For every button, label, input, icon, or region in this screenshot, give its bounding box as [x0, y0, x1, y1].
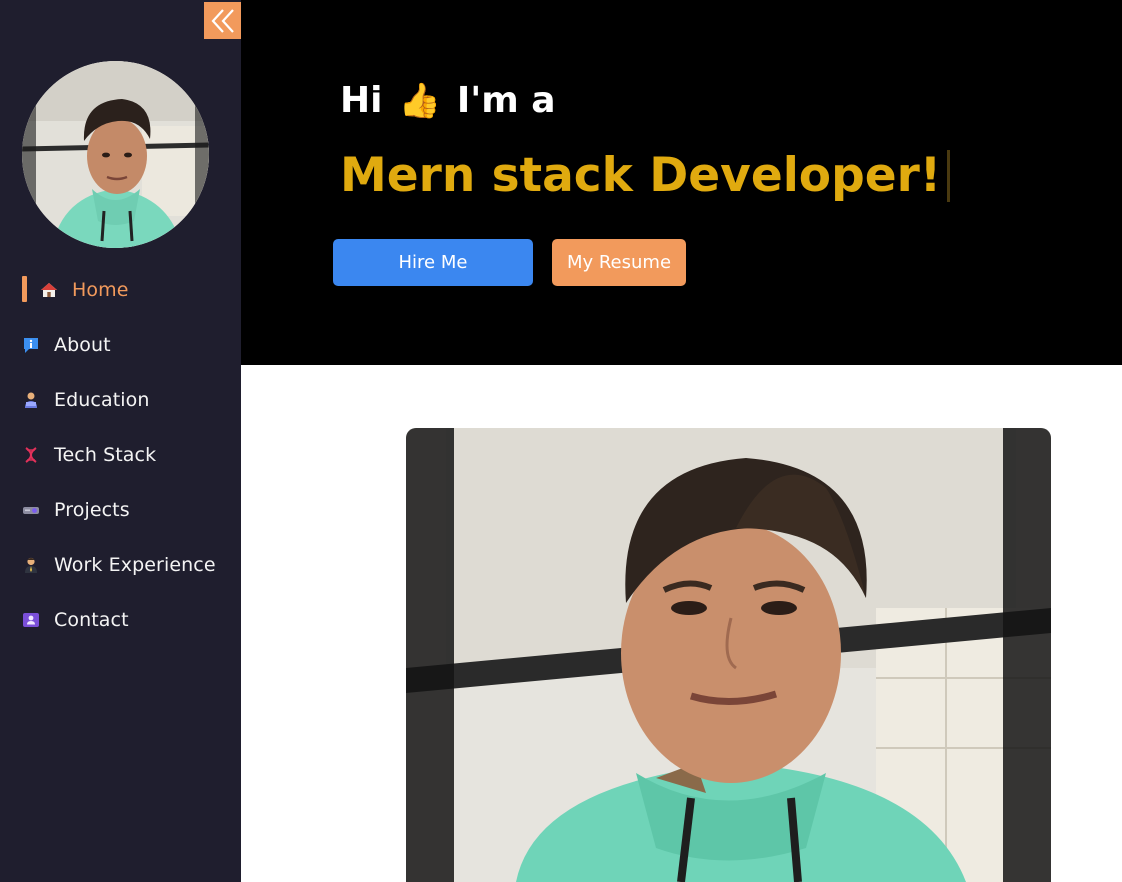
typing-cursor [947, 149, 951, 202]
contact-card-icon [22, 611, 40, 629]
hire-me-button[interactable]: Hire Me [333, 239, 533, 286]
sidebar-item-work-experience[interactable]: Work Experience [0, 537, 241, 592]
greeting: Hi 👍 I'm a [340, 80, 556, 121]
thumbs-up-icon: 👍 [398, 80, 441, 121]
hero-section: Hi 👍 I'm a Mern stack Developer! Hire Me… [241, 0, 1122, 365]
sidebar-item-tech-stack[interactable]: Tech Stack [0, 427, 241, 482]
sidebar-item-label: Contact [54, 608, 129, 631]
sidebar-item-label: About [54, 333, 111, 356]
sidebar-item-contact[interactable]: Contact [0, 592, 241, 647]
info-icon [22, 336, 40, 354]
greeting-hi: Hi [340, 80, 383, 121]
double-chevron-left-icon [211, 8, 234, 33]
sidebar-nav: Home About Education Tech Stack Projects… [0, 262, 241, 647]
sidebar-item-label: Tech Stack [54, 443, 157, 466]
profile-photo [406, 428, 1051, 882]
student-icon [22, 391, 40, 409]
house-icon [40, 281, 58, 299]
sidebar-item-home[interactable]: Home [0, 262, 241, 317]
collapse-sidebar-button[interactable] [204, 2, 241, 39]
projector-icon [22, 501, 40, 519]
sidebar: Home About Education Tech Stack Projects… [0, 0, 241, 882]
active-indicator [22, 276, 27, 302]
worker-icon [22, 556, 40, 574]
sidebar-item-label: Education [54, 388, 150, 411]
greeting-rest: I'm a [456, 80, 556, 121]
sidebar-item-label: Home [72, 278, 129, 301]
role-headline: Mern stack Developer! [340, 148, 951, 203]
sidebar-item-label: Work Experience [54, 553, 216, 576]
sidebar-item-projects[interactable]: Projects [0, 482, 241, 537]
sidebar-item-education[interactable]: Education [0, 372, 241, 427]
dna-icon [22, 446, 40, 464]
sidebar-item-label: Projects [54, 498, 130, 521]
my-resume-button[interactable]: My Resume [552, 239, 686, 286]
avatar [22, 61, 209, 248]
role-text: Mern stack Developer! [340, 148, 942, 203]
sidebar-item-about[interactable]: About [0, 317, 241, 372]
